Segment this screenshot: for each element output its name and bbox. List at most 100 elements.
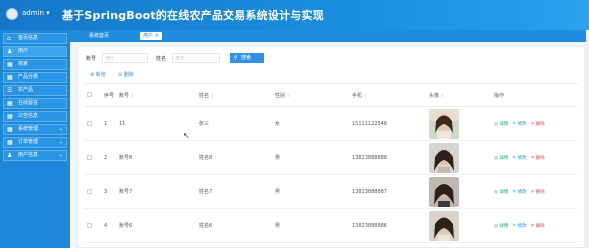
cell-account: 账号8 xyxy=(116,140,196,175)
edit-button[interactable]: ✎ 修改 xyxy=(512,156,526,161)
search-button[interactable]: ⚲ 搜索 xyxy=(230,53,264,63)
row-checkbox[interactable] xyxy=(87,154,92,160)
add-button-label: 新增 xyxy=(95,72,106,78)
top-header: admin ▾ 基于SpringBoot的在线农产品交易系统设计与实现 xyxy=(0,0,589,30)
cell-gender: 男 xyxy=(272,140,349,175)
col-gender-label: 性别 xyxy=(275,92,286,99)
cell-name: 姓名7 xyxy=(196,174,272,209)
col-phone-label: 手机 xyxy=(352,92,363,99)
cell-gender: 男 xyxy=(272,208,349,243)
sort-icon: ⇕ xyxy=(210,92,214,98)
user-photo[interactable] xyxy=(429,176,459,207)
cell-index: 3 xyxy=(101,174,116,209)
sidebar-item-messages[interactable]: ▦ 在线留言 xyxy=(3,98,67,109)
sidebar: ⌂ 首页信息 ♟ 用户 ▦ 商家 ▦ 产品分类 ☰ 农产品 ▦ 在线留言 ▦ 公告信息 ▦ 系统… xyxy=(0,30,70,248)
search-button-label: 搜索 xyxy=(241,55,252,61)
sidebar-item-merchants[interactable]: ▦ 商家 xyxy=(3,59,67,70)
sidebar-item-system[interactable]: ▦ 系统管理 ⌄ xyxy=(3,124,67,135)
user-list-card: 账号 账号 姓名 姓名 ⚲ 搜索 ⊕ 新增 ⊖ 删除 序号 账号 ⇕ 姓名 ⇕ 性… xyxy=(77,46,585,248)
detail-button[interactable]: ◎ 详情 xyxy=(494,224,508,229)
table-row: 4 账号6 姓名6 男 13823888886 ◎ 详情 ✎ 修改 ✕ 删除 xyxy=(84,208,578,243)
main-content: 系统首页 用户 × 账号 账号 姓名 姓名 ⚲ 搜索 ⊕ 新增 ⊖ 删除 序号 账… xyxy=(70,30,589,248)
user-photo[interactable] xyxy=(429,142,459,173)
edit-button[interactable]: ✎ 修改 xyxy=(512,224,526,229)
row-checkbox[interactable] xyxy=(87,188,92,194)
cell-actions: ◎ 详情 ✎ 修改 ✕ 删除 xyxy=(491,106,578,141)
cell-avatar xyxy=(426,208,491,243)
chevron-down-icon: ⌄ xyxy=(58,139,63,145)
user-icon: ♟ xyxy=(7,48,13,55)
col-avatar-label: 头像 xyxy=(429,92,440,99)
row-checkbox[interactable] xyxy=(87,222,92,228)
cell-avatar xyxy=(426,174,491,209)
detail-button[interactable]: ◎ 详情 xyxy=(494,122,508,127)
delete-button[interactable]: ✕ 删除 xyxy=(531,122,545,127)
detail-label: 详情 xyxy=(499,189,509,195)
detail-button[interactable]: ◎ 详情 xyxy=(494,190,508,195)
col-avatar[interactable]: 头像 ⇕ xyxy=(426,83,491,107)
row-select-cell xyxy=(84,140,101,175)
col-gender[interactable]: 性别 ⇕ xyxy=(272,83,349,107)
add-button[interactable]: ⊕ 新增 xyxy=(90,71,106,78)
cell-actions: ◎ 详情 ✎ 修改 ✕ 删除 xyxy=(491,174,578,209)
edit-button[interactable]: ✎ 修改 xyxy=(512,190,526,195)
col-name[interactable]: 姓名 ⇕ xyxy=(196,83,272,107)
user-menu[interactable]: admin ▾ xyxy=(22,9,50,17)
sidebar-item-label: 商家 xyxy=(18,61,29,67)
table-row: 2 账号8 姓名8 男 13823888888 ◎ 详情 ✎ 修改 ✕ 删除 xyxy=(84,140,578,175)
sidebar-item-products[interactable]: ☰ 农产品 xyxy=(3,85,67,96)
edit-label: 修改 xyxy=(517,189,527,195)
user-photo[interactable] xyxy=(429,108,459,139)
col-account-label: 账号 xyxy=(119,92,130,99)
detail-button[interactable]: ◎ 详情 xyxy=(494,156,508,161)
col-account[interactable]: 账号 ⇕ xyxy=(116,83,196,107)
col-phone[interactable]: 手机 ⇕ xyxy=(349,83,426,107)
col-index: 序号 xyxy=(101,83,116,107)
grid-icon: ▦ xyxy=(7,113,13,120)
cell-avatar xyxy=(426,106,491,141)
col-name-label: 姓名 xyxy=(199,92,210,99)
sidebar-item-orders[interactable]: ▦ 订单管理 ⌄ xyxy=(3,137,67,148)
list-icon: ☰ xyxy=(7,87,13,94)
cell-index: 4 xyxy=(101,208,116,243)
select-all-cell xyxy=(84,83,101,107)
sidebar-item-label: 公告信息 xyxy=(18,113,39,119)
delete-button[interactable]: ✕ 删除 xyxy=(531,156,545,161)
edit-button[interactable]: ✎ 修改 xyxy=(512,122,526,127)
sort-icon: ⇕ xyxy=(130,92,134,98)
account-search-input[interactable]: 账号 xyxy=(102,53,148,63)
delete-button[interactable]: ✕ 删除 xyxy=(531,224,545,229)
delete-button[interactable]: ✕ 删除 xyxy=(531,190,545,195)
tab-users[interactable]: 用户 × xyxy=(140,32,162,40)
cell-phone: 13823888888 xyxy=(349,140,426,175)
detail-label: 详情 xyxy=(499,155,509,161)
name-search-input[interactable]: 姓名 xyxy=(172,53,220,63)
cell-index: 1 xyxy=(101,106,116,141)
sidebar-item-categories[interactable]: ▦ 产品分类 xyxy=(3,72,67,83)
cell-account: 账号6 xyxy=(116,208,196,243)
username: admin xyxy=(22,9,44,17)
sidebar-item-home[interactable]: ⌂ 首页信息 xyxy=(3,33,67,44)
grid-icon: ▦ xyxy=(7,61,13,68)
cell-gender: 男 xyxy=(272,174,349,209)
sidebar-item-users[interactable]: ♟ 用户 xyxy=(3,46,67,57)
cell-gender: 女 xyxy=(272,106,349,141)
grid-icon: ▦ xyxy=(7,139,13,146)
cell-index: 2 xyxy=(101,140,116,175)
user-photo[interactable] xyxy=(429,210,459,241)
row-checkbox[interactable] xyxy=(87,120,92,126)
select-all-checkbox[interactable] xyxy=(87,92,92,97)
avatar[interactable] xyxy=(6,8,18,20)
sidebar-item-user-info[interactable]: ♟ 用户信息 ⌄ xyxy=(3,150,67,161)
tab-bar: 系统首页 用户 × xyxy=(70,30,589,42)
sidebar-item-label: 订单管理 xyxy=(18,139,39,145)
cell-actions: ◎ 详情 ✎ 修改 ✕ 删除 xyxy=(491,140,578,175)
batch-delete-button[interactable]: ⊖ 删除 xyxy=(118,71,134,78)
sidebar-item-notices[interactable]: ▦ 公告信息 xyxy=(3,111,67,122)
col-index-label: 序号 xyxy=(104,92,115,99)
cell-phone: 15111122548 xyxy=(349,106,426,141)
name-label: 姓名 xyxy=(156,56,167,62)
home-icon: ⌂ xyxy=(7,35,11,42)
grid-icon: ▦ xyxy=(7,100,13,107)
tab-home[interactable]: 系统首页 xyxy=(86,32,112,40)
